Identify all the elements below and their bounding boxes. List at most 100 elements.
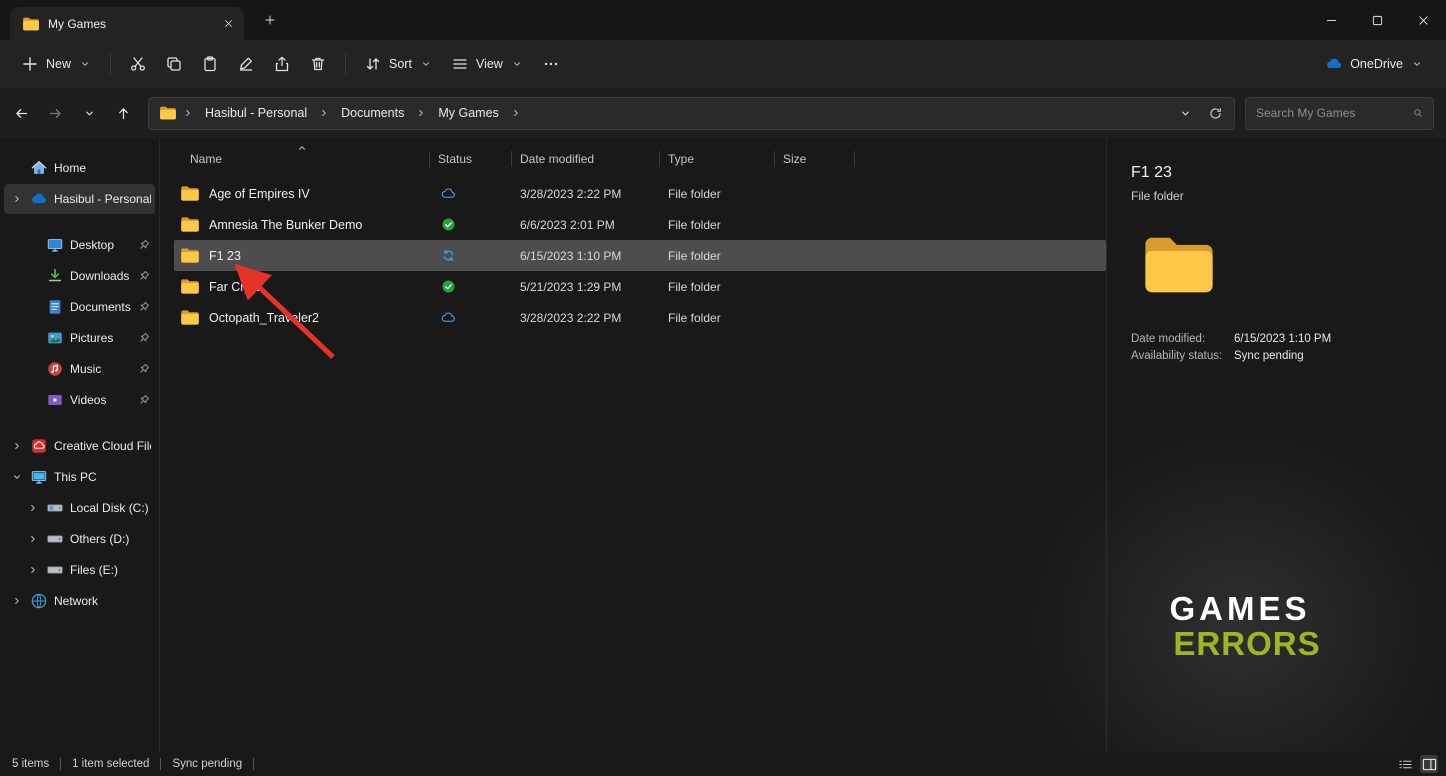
- sidebar-item-this-pc[interactable]: This PC: [4, 462, 155, 492]
- paste-button[interactable]: [192, 47, 228, 81]
- chevron-slot: [10, 161, 24, 175]
- chevron-right-icon[interactable]: [26, 501, 40, 515]
- sidebar-item-downloads[interactable]: Downloads: [4, 261, 155, 291]
- column-header-label: Status: [438, 152, 472, 166]
- sidebar-item-others-d[interactable]: Others (D:): [4, 524, 155, 554]
- sidebar-item-local-disk-c[interactable]: Local Disk (C:): [4, 493, 155, 523]
- sidebar-item-label: Videos: [70, 393, 131, 407]
- file-rows: Age of Empires IV3/28/2023 2:22 PMFile f…: [174, 178, 1106, 333]
- folder-icon: [180, 309, 200, 326]
- chevron-right-icon[interactable]: [26, 563, 40, 577]
- chevron-right-icon[interactable]: [10, 594, 24, 608]
- tab-title: My Games: [48, 17, 210, 31]
- details-view-icon[interactable]: [1396, 755, 1414, 773]
- file-row-octopath-traveler2[interactable]: Octopath_Traveler23/28/2023 2:22 PMFile …: [174, 302, 1106, 333]
- forward-button[interactable]: [40, 98, 70, 128]
- copy-button[interactable]: [156, 47, 192, 81]
- chevron-right-icon[interactable]: [10, 439, 24, 453]
- column-header-name[interactable]: Name: [174, 144, 430, 174]
- sidebar-item-videos[interactable]: Videos: [4, 385, 155, 415]
- delete-button[interactable]: [300, 47, 336, 81]
- rename-button[interactable]: [228, 47, 264, 81]
- breadcrumb-item-documents[interactable]: Documents: [335, 103, 410, 123]
- address-row: Hasibul - Personal Documents My Games: [0, 88, 1446, 138]
- address-dropdown-icon[interactable]: [1172, 100, 1198, 126]
- chevron-down-icon[interactable]: [10, 470, 24, 484]
- sidebar-item-network[interactable]: Network: [4, 586, 155, 616]
- disk-win-icon: [46, 499, 64, 517]
- pc-icon: [30, 468, 48, 486]
- details-subtitle: File folder: [1131, 189, 1428, 203]
- pin-icon: [137, 300, 151, 314]
- explorer-tab[interactable]: My Games: [10, 7, 244, 40]
- chevron-right-icon[interactable]: [10, 192, 24, 206]
- column-header-type[interactable]: Type: [660, 144, 775, 174]
- date-modified: 3/28/2023 2:22 PM: [512, 311, 660, 325]
- search-box[interactable]: [1245, 97, 1434, 130]
- preview-pane-view-icon[interactable]: [1420, 755, 1438, 773]
- chevron-slot: [26, 331, 40, 345]
- address-bar[interactable]: Hasibul - Personal Documents My Games: [148, 97, 1235, 130]
- sidebar-item-home[interactable]: Home: [4, 153, 155, 183]
- pin-icon: [137, 393, 151, 407]
- sidebar-item-label: Others (D:): [70, 532, 151, 546]
- onedrive-status-button[interactable]: OneDrive: [1315, 47, 1434, 81]
- sidebar-item-label: Hasibul - Personal: [54, 192, 151, 206]
- close-button[interactable]: [1400, 0, 1446, 40]
- tab-close-icon[interactable]: [218, 14, 238, 34]
- file-explorer-window: My Games New Sort View OneDrive Hasibul - …: [0, 0, 1446, 776]
- availability-label: Availability status:: [1131, 350, 1234, 362]
- home-icon: [30, 159, 48, 177]
- refresh-icon[interactable]: [1202, 100, 1228, 126]
- chevron-down-icon: [1410, 57, 1424, 71]
- sidebar-item-creative-cloud-files[interactable]: Creative Cloud Files: [4, 431, 155, 461]
- column-header-size[interactable]: Size: [775, 144, 855, 174]
- recent-locations-button[interactable]: [74, 98, 104, 128]
- file-row-age-of-empires-iv[interactable]: Age of Empires IV3/28/2023 2:22 PMFile f…: [174, 178, 1106, 209]
- sort-button[interactable]: Sort: [355, 47, 442, 81]
- more-options-button[interactable]: [533, 47, 569, 81]
- toolbar-separator: [110, 53, 111, 75]
- sidebar-item-pictures[interactable]: Pictures: [4, 323, 155, 353]
- sidebar-item-files-e[interactable]: Files (E:): [4, 555, 155, 585]
- pin-icon: [137, 331, 151, 345]
- column-header-label: Date modified: [520, 152, 594, 166]
- file-name: Octopath_Traveler2: [209, 311, 319, 325]
- date-modified-label: Date modified:: [1131, 333, 1234, 345]
- breadcrumb-item-hasibul-personal[interactable]: Hasibul - Personal: [199, 103, 313, 123]
- search-input[interactable]: [1256, 106, 1411, 120]
- column-header-status[interactable]: Status: [430, 144, 512, 174]
- disk-icon: [46, 561, 64, 579]
- cut-button[interactable]: [120, 47, 156, 81]
- up-button[interactable]: [108, 98, 138, 128]
- file-row-far-cry-5[interactable]: Far Cry 55/21/2023 1:29 PMFile folder: [174, 271, 1106, 302]
- minimize-button[interactable]: [1308, 0, 1354, 40]
- sidebar-item-documents[interactable]: Documents: [4, 292, 155, 322]
- breadcrumb-item-my-games[interactable]: My Games: [432, 103, 504, 123]
- folder-preview-icon: [1137, 233, 1221, 297]
- folder-icon: [22, 15, 40, 33]
- column-header-date-modified[interactable]: Date modified: [512, 144, 660, 174]
- sidebar-item-music[interactable]: Music: [4, 354, 155, 384]
- chevron-right-icon: [414, 106, 428, 120]
- file-row-amnesia-the-bunker-demo[interactable]: Amnesia The Bunker Demo6/6/2023 2:01 PMF…: [174, 209, 1106, 240]
- chevron-down-icon: [510, 57, 524, 71]
- maximize-button[interactable]: [1354, 0, 1400, 40]
- file-row-f1-23[interactable]: F1 236/15/2023 1:10 PMFile folder: [174, 240, 1106, 271]
- view-button[interactable]: View: [442, 47, 533, 81]
- sidebar-item-hasibul-personal[interactable]: Hasibul - Personal: [4, 184, 155, 214]
- new-tab-button[interactable]: [258, 8, 282, 32]
- date-modified: 3/28/2023 2:22 PM: [512, 187, 660, 201]
- back-button[interactable]: [6, 98, 36, 128]
- music-icon: [46, 360, 64, 378]
- view-label: View: [476, 57, 503, 71]
- chevron-down-icon: [419, 57, 433, 71]
- file-name: Amnesia The Bunker Demo: [209, 218, 362, 232]
- sidebar-item-desktop[interactable]: Desktop: [4, 230, 155, 260]
- chevron-slot: [26, 300, 40, 314]
- share-button[interactable]: [264, 47, 300, 81]
- cut-icon: [129, 55, 147, 73]
- chevron-slot: [26, 362, 40, 376]
- new-button[interactable]: New: [12, 47, 101, 81]
- chevron-right-icon[interactable]: [26, 532, 40, 546]
